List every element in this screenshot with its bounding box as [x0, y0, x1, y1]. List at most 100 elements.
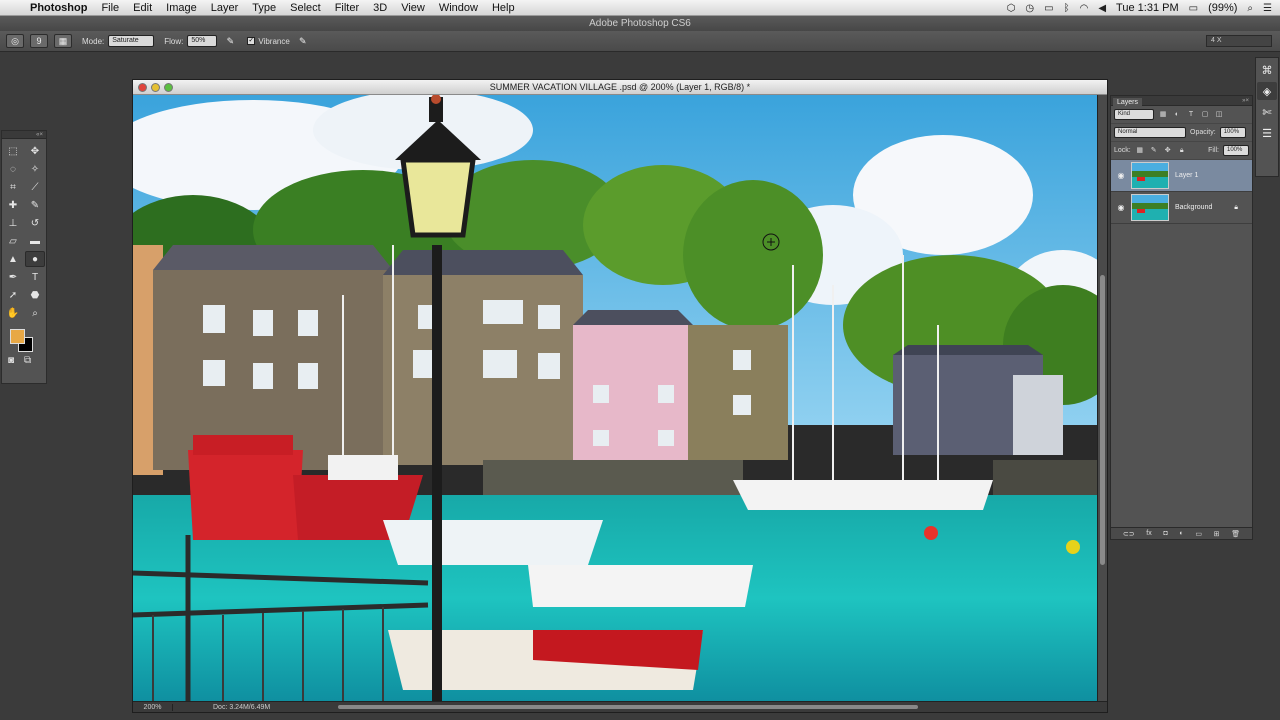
- filter-shape-icon[interactable]: ▢: [1200, 110, 1210, 120]
- flow-select[interactable]: 50%: [187, 35, 218, 47]
- zoom-window-button[interactable]: [164, 83, 173, 92]
- menu-edit[interactable]: Edit: [133, 2, 152, 14]
- close-window-button[interactable]: [138, 83, 147, 92]
- fill-field[interactable]: 100%: [1223, 145, 1249, 156]
- new-layer-icon[interactable]: ⊞: [1214, 530, 1220, 538]
- image-canvas[interactable]: [133, 95, 1098, 702]
- pressure-size-icon[interactable]: ✎: [296, 34, 310, 48]
- menu-layer[interactable]: Layer: [211, 2, 239, 14]
- opacity-field[interactable]: 100%: [1219, 127, 1246, 138]
- screen-mode-icon[interactable]: ⧉: [24, 355, 31, 366]
- lock-transparency-icon[interactable]: ▦: [1135, 146, 1145, 156]
- visibility-eye-icon[interactable]: ◉: [1111, 203, 1131, 212]
- layer-name: Background: [1175, 204, 1213, 211]
- document-titlebar[interactable]: SUMMER VACATION VILLAGE .psd @ 200% (Lay…: [133, 80, 1107, 95]
- filter-smart-object-icon[interactable]: ◫: [1214, 110, 1224, 120]
- blend-mode-select[interactable]: Normal: [1114, 127, 1186, 138]
- layer-lock-icon: 🔒︎: [1234, 203, 1238, 211]
- vertical-scrollbar[interactable]: [1097, 95, 1107, 702]
- vertical-scroll-thumb[interactable]: [1100, 275, 1105, 565]
- visibility-eye-icon[interactable]: ◉: [1111, 171, 1131, 180]
- color-swatches: [8, 327, 46, 352]
- path-select-tool-icon[interactable]: ➚: [3, 287, 23, 303]
- menu-file[interactable]: File: [101, 2, 119, 14]
- clock[interactable]: Tue 1:31 PM: [1116, 2, 1179, 14]
- filter-adjustment-icon[interactable]: ◐: [1172, 110, 1182, 120]
- type-tool-icon[interactable]: T: [25, 269, 45, 285]
- channels-panel-icon[interactable]: ✄: [1257, 103, 1277, 121]
- eyedropper-tool-icon[interactable]: ⟋: [25, 179, 45, 195]
- layer-row-background[interactable]: ◉ Background 🔒︎: [1111, 192, 1252, 224]
- notification-icon[interactable]: ☰: [1263, 3, 1272, 14]
- menu-help[interactable]: Help: [492, 2, 515, 14]
- crop-tool-icon[interactable]: ⌗: [3, 179, 23, 195]
- eraser-tool-icon[interactable]: ▱: [3, 233, 23, 249]
- filter-kind-select[interactable]: Kind: [1114, 109, 1154, 120]
- brush-size-picker[interactable]: 9: [30, 34, 48, 48]
- blend-row: Normal Opacity: 100%: [1111, 124, 1252, 142]
- brush-panel-icon[interactable]: ▦: [54, 34, 72, 48]
- tool-preset-icon[interactable]: ◎: [6, 34, 24, 48]
- clone-stamp-tool-icon[interactable]: ⊥: [3, 215, 23, 231]
- blur-tool-icon[interactable]: ▲: [3, 251, 23, 267]
- healing-brush-tool-icon[interactable]: ✚: [3, 197, 23, 213]
- menu-select[interactable]: Select: [290, 2, 321, 14]
- lasso-tool-icon[interactable]: ◌: [3, 161, 23, 177]
- bluetooth-icon[interactable]: ᛒ: [1064, 3, 1070, 14]
- hand-tool-icon[interactable]: ✋: [3, 305, 23, 321]
- opacity-value: 100%: [1223, 129, 1240, 135]
- quick-select-tool-icon[interactable]: ✧: [25, 161, 45, 177]
- lock-position-icon[interactable]: ✥: [1163, 146, 1173, 156]
- move-tool-icon[interactable]: ✥: [25, 143, 45, 159]
- menu-window[interactable]: Window: [439, 2, 478, 14]
- tools-panel-header[interactable]: «×: [2, 131, 46, 139]
- foreground-color-swatch[interactable]: [10, 329, 25, 344]
- app-menu[interactable]: Photoshop: [30, 2, 87, 14]
- menu-view[interactable]: View: [401, 2, 425, 14]
- history-brush-tool-icon[interactable]: ↺: [25, 215, 45, 231]
- vibrance-checkbox[interactable]: ✓: [247, 37, 256, 45]
- spotlight-icon[interactable]: ⌕: [1247, 3, 1253, 14]
- tab-layers[interactable]: Layers: [1113, 98, 1143, 107]
- menu-image[interactable]: Image: [166, 2, 197, 14]
- horizontal-scroll-thumb[interactable]: [338, 705, 918, 709]
- link-layers-icon[interactable]: ⊂⊃: [1123, 530, 1135, 538]
- delete-layer-icon[interactable]: 🗑︎: [1231, 530, 1240, 538]
- doc-size[interactable]: Doc: 3.24M/6.49M: [213, 704, 270, 711]
- menu-type[interactable]: Type: [252, 2, 276, 14]
- adjustments-panel-icon[interactable]: ☰: [1257, 124, 1277, 142]
- battery-icon[interactable]: ▭: [1189, 3, 1198, 14]
- wifi-icon[interactable]: ◠: [1080, 3, 1089, 14]
- new-group-icon[interactable]: ▭: [1195, 530, 1202, 538]
- filter-type-icon[interactable]: T: [1186, 110, 1196, 120]
- shape-tool-icon[interactable]: ⬣: [25, 287, 45, 303]
- dropbox-icon[interactable]: ⬡: [1007, 3, 1016, 14]
- layer-style-icon[interactable]: fx: [1146, 530, 1151, 537]
- mode-select[interactable]: Saturate: [108, 35, 155, 47]
- filter-pixel-icon[interactable]: ▦: [1158, 110, 1168, 120]
- layer-row-layer-1[interactable]: ◉ Layer 1: [1111, 160, 1252, 192]
- marquee-tool-icon[interactable]: ⬚: [3, 143, 23, 159]
- lock-image-icon[interactable]: ✎: [1149, 146, 1159, 156]
- quick-mask-icon[interactable]: ◙: [8, 355, 14, 366]
- menu-3d[interactable]: 3D: [373, 2, 387, 14]
- time-machine-icon[interactable]: ◷: [1025, 3, 1034, 14]
- add-mask-icon[interactable]: ◘: [1163, 530, 1167, 537]
- sponge-tool-icon[interactable]: ●: [25, 251, 45, 267]
- display-icon[interactable]: ▭: [1044, 3, 1053, 14]
- zoom-level[interactable]: 200%: [133, 703, 173, 711]
- filter-kind-value: Kind: [1118, 111, 1131, 117]
- workspace-select[interactable]: 4 X: [1206, 35, 1272, 47]
- brush-tool-icon[interactable]: ✎: [25, 197, 45, 213]
- layers-panel-icon[interactable]: ◈: [1257, 82, 1277, 100]
- history-panel-icon[interactable]: ⌘: [1257, 61, 1277, 79]
- gradient-tool-icon[interactable]: ▬: [25, 233, 45, 249]
- lock-all-icon[interactable]: 🔒︎: [1177, 146, 1187, 156]
- airbrush-icon[interactable]: ✎: [223, 34, 237, 48]
- menu-filter[interactable]: Filter: [335, 2, 359, 14]
- volume-icon[interactable]: ◀: [1098, 3, 1106, 14]
- zoom-tool-icon[interactable]: ⌕: [25, 305, 45, 321]
- adjustment-layer-icon[interactable]: ◐: [1179, 530, 1183, 537]
- pen-tool-icon[interactable]: ✒: [3, 269, 23, 285]
- minimize-window-button[interactable]: [151, 83, 160, 92]
